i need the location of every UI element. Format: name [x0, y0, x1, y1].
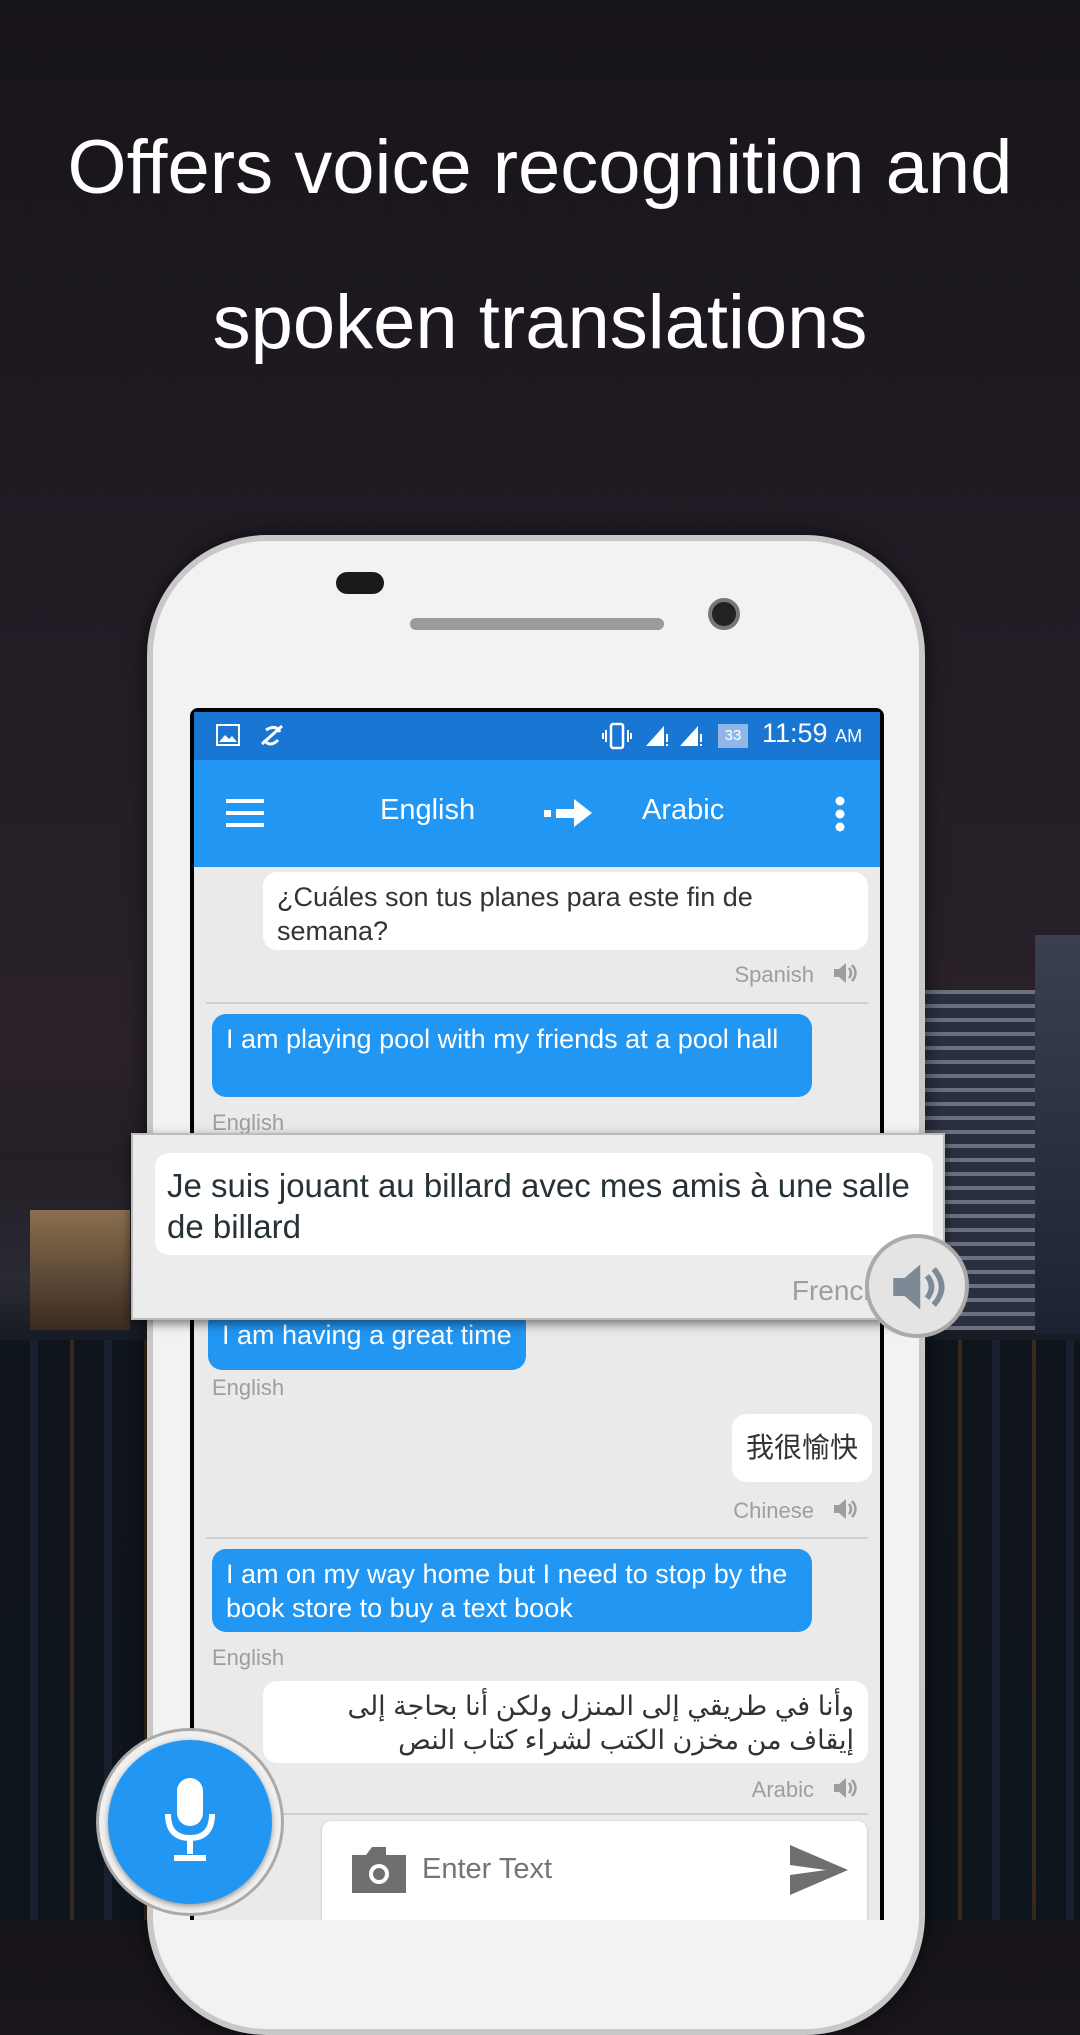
- signal-icon: [680, 726, 702, 746]
- camera-icon[interactable]: [352, 1845, 406, 1893]
- menu-icon[interactable]: [226, 798, 264, 828]
- arrow-right-icon[interactable]: [544, 796, 596, 830]
- speaker-icon[interactable]: [832, 1497, 858, 1521]
- image-icon: [216, 724, 240, 746]
- clock-ampm: AM: [835, 726, 863, 746]
- clock-time: 11:59: [762, 718, 828, 748]
- mic-button[interactable]: [108, 1740, 272, 1904]
- source-language-button[interactable]: English: [380, 794, 475, 827]
- status-bar: 33 11:59 AM: [194, 712, 880, 760]
- message-bubble[interactable]: 我很愉快: [731, 1414, 872, 1482]
- headline-line1: Offers voice recognition and: [67, 125, 1013, 210]
- message-bubble[interactable]: I am playing pool with my friends at a p…: [212, 1014, 812, 1097]
- building: [30, 1210, 130, 1330]
- send-icon[interactable]: [790, 1845, 848, 1895]
- divider: [206, 1813, 868, 1815]
- microphone-icon: [165, 1778, 215, 1861]
- more-vert-icon[interactable]: [834, 796, 846, 832]
- text-input-bar: [322, 1821, 867, 1920]
- phone-camera: [708, 598, 740, 630]
- building: [1035, 935, 1080, 1335]
- speaker-icon: [893, 1264, 945, 1310]
- phone-sensor: [336, 572, 384, 594]
- message-language: English: [212, 1375, 285, 1400]
- no-sync-icon: [260, 724, 284, 746]
- message-language: Chinese: [733, 1498, 814, 1523]
- message-language: Arabic: [751, 1777, 814, 1802]
- speaker-icon[interactable]: [832, 961, 858, 985]
- vibrate-icon: [602, 722, 632, 750]
- signal-icon: [646, 726, 668, 746]
- message-language: Spanish: [734, 962, 814, 987]
- battery-icon: 33: [718, 724, 748, 748]
- speak-translation-button[interactable]: [865, 1234, 969, 1338]
- message-bubble[interactable]: I am on my way home but I need to stop b…: [212, 1549, 812, 1632]
- divider: [206, 1537, 868, 1539]
- phone-speaker: [410, 618, 664, 630]
- text-input[interactable]: [422, 1847, 752, 1891]
- headline: Offers voice recognition and spoken tran…: [0, 90, 1080, 400]
- headline-line2: spoken translations: [212, 280, 868, 365]
- speaker-icon[interactable]: [832, 1776, 858, 1800]
- chat-list: ¿Cuáles son tus planes para este fin de …: [194, 867, 880, 1920]
- message-language: English: [212, 1645, 285, 1670]
- message-bubble[interactable]: ¿Cuáles son tus planes para este fin de …: [263, 872, 868, 950]
- translation-bubble[interactable]: Je suis jouant au billard avec mes amis …: [155, 1153, 933, 1255]
- clock: 11:59 AM: [762, 718, 862, 749]
- app-toolbar: English Arabic: [194, 760, 880, 867]
- divider: [206, 1002, 868, 1004]
- target-language-button[interactable]: Arabic: [642, 794, 724, 827]
- highlighted-translation-card: Je suis jouant au billard avec mes amis …: [131, 1133, 945, 1320]
- message-bubble[interactable]: وأنا في طريقي إلى المنزل ولكن أنا بحاجة …: [263, 1681, 868, 1763]
